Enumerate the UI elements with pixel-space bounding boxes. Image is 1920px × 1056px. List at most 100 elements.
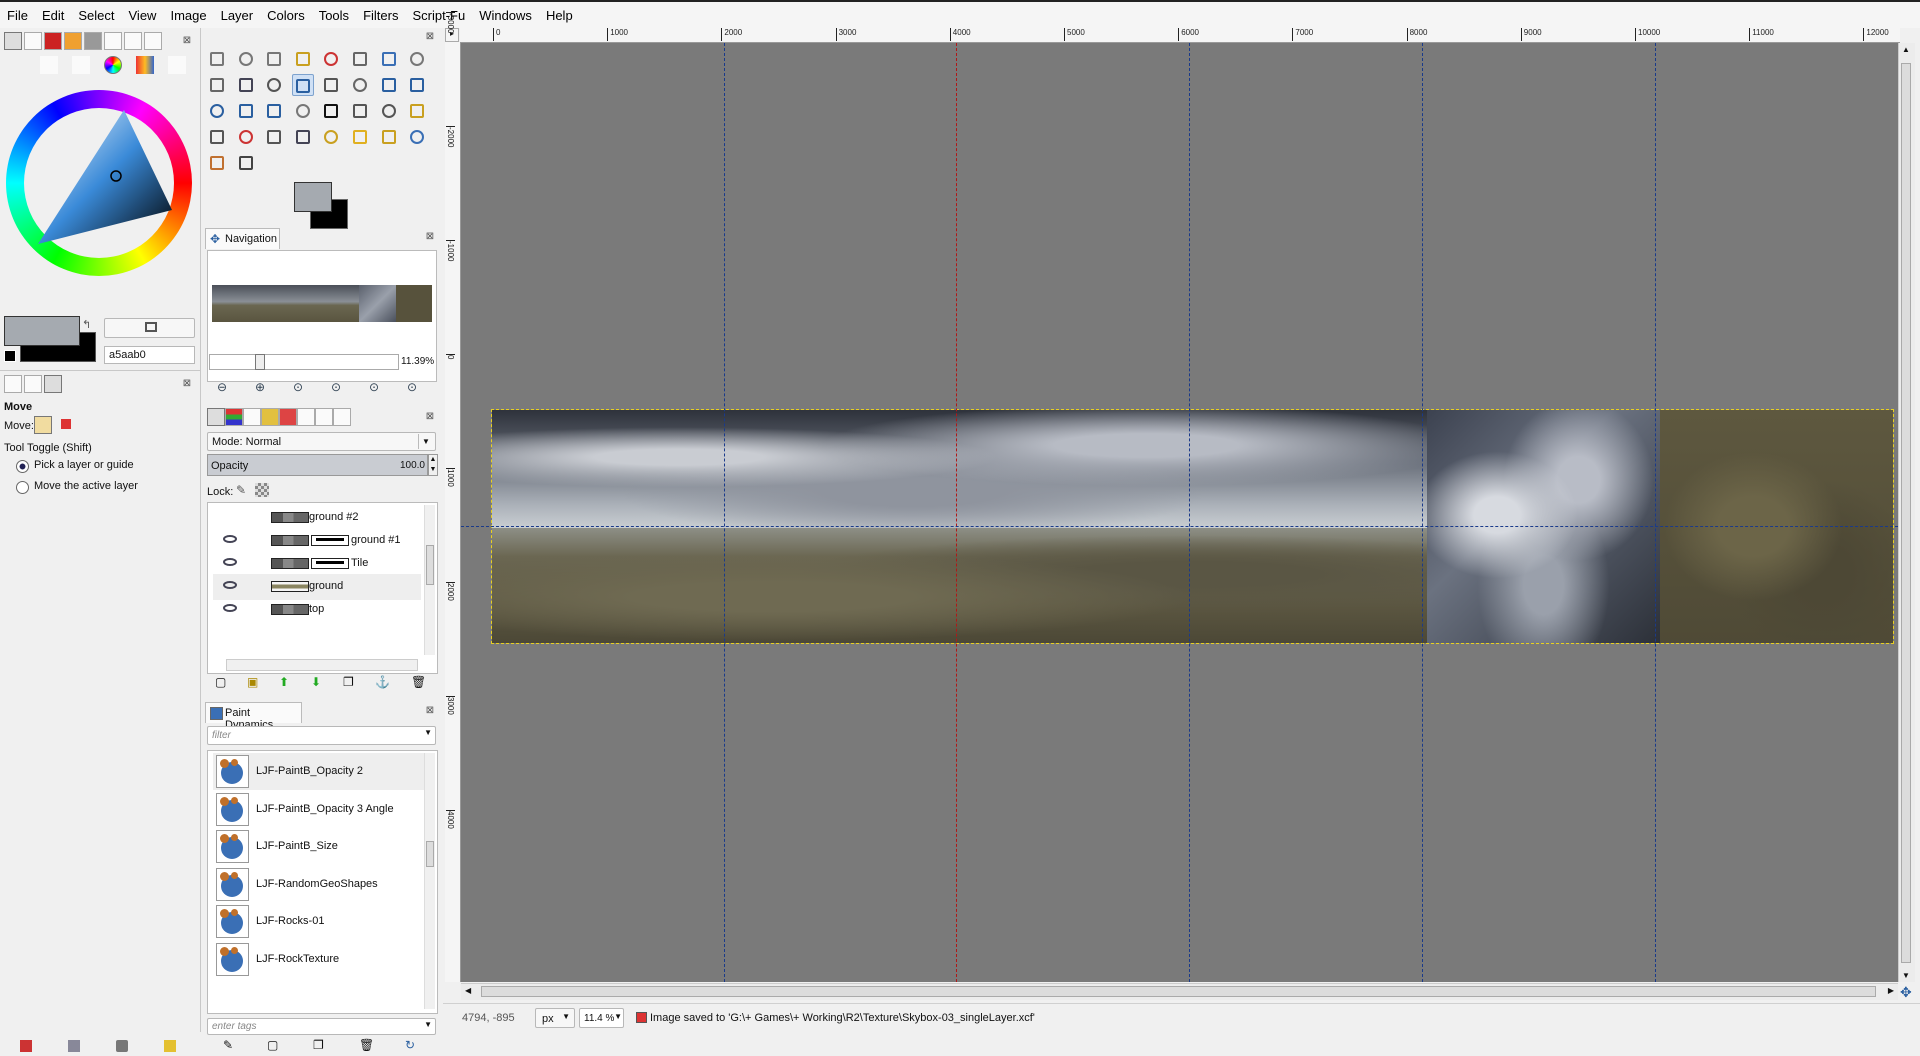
scissors-tool-icon[interactable] — [349, 48, 371, 70]
pick-layer-radio[interactable] — [16, 460, 29, 473]
dock-close-icon[interactable]: ⊠ — [182, 36, 192, 46]
delete-dynamics-icon[interactable]: 🗑 — [359, 1038, 374, 1052]
delete-layer-icon[interactable]: 🗑 — [411, 675, 426, 689]
lower-layer-icon[interactable]: ⬇ — [311, 675, 321, 689]
guide-vertical[interactable] — [724, 43, 725, 982]
dynamics-vscrollbar[interactable] — [424, 753, 435, 1009]
menu-view[interactable]: View — [122, 2, 164, 23]
zoom-100-icon[interactable]: ⊙ — [293, 380, 303, 394]
tab-paint-dynamics[interactable]: Paint Dynamics — [205, 702, 302, 731]
scroll-left-icon[interactable]: ◀ — [465, 986, 471, 995]
cage-tool-icon[interactable] — [292, 100, 314, 122]
anchor-layer-icon[interactable]: ⚓ — [375, 675, 390, 689]
visibility-eye-icon[interactable] — [223, 535, 237, 543]
dynamics-list-item[interactable]: LJF-Rocks-01 — [213, 903, 425, 940]
opacity-spinner[interactable]: ▲ ▼ — [428, 454, 438, 476]
shear-tool-icon[interactable] — [206, 100, 228, 122]
dynamics-list-item[interactable]: LJF-RockTexture — [213, 941, 425, 978]
menu-colors[interactable]: Colors — [260, 2, 312, 23]
zoom-fit-icon[interactable]: ⊙ — [331, 380, 341, 394]
crop-tool-icon[interactable] — [349, 74, 371, 96]
duplicate-dynamics-icon[interactable]: ❐ — [313, 1038, 324, 1052]
refresh-dynamics-icon[interactable]: ↻ — [405, 1038, 415, 1052]
save-options-icon[interactable] — [20, 1040, 32, 1052]
color-scales-tab[interactable] — [136, 56, 154, 74]
navigation-zoom-slider[interactable] — [209, 354, 399, 370]
undo-history-tab[interactable] — [333, 408, 351, 426]
scroll-up-icon[interactable]: ▲ — [1902, 45, 1910, 54]
move-selection-mode-icon[interactable] — [58, 416, 76, 434]
rect-select-tool-icon[interactable] — [206, 48, 228, 70]
vertical-ruler[interactable]: -3000 -2000 -1000 0 1000 2000 3000 4000 — [445, 12, 461, 982]
reset-options-icon[interactable] — [164, 1040, 176, 1052]
pattern-tab[interactable] — [84, 32, 102, 50]
pencil-tool-icon[interactable] — [406, 100, 428, 122]
blur-tool-icon[interactable] — [406, 126, 428, 148]
tool-options-close-icon[interactable]: ⊠ — [182, 379, 192, 389]
palette-tab[interactable] — [44, 32, 62, 50]
visibility-eye-icon[interactable] — [223, 604, 237, 612]
color-wheel-tab[interactable] — [104, 56, 122, 74]
colormap-tab[interactable] — [261, 408, 279, 426]
paintbrush-tool-icon[interactable] — [206, 126, 228, 148]
menu-help[interactable]: Help — [539, 2, 580, 23]
perspective-tool-icon[interactable] — [235, 100, 257, 122]
zoom-dropdown[interactable]: 11.4 % ▼ — [579, 1008, 624, 1028]
guide-vertical[interactable] — [1422, 43, 1423, 982]
pointer-tab[interactable] — [315, 408, 333, 426]
guide-vertical[interactable] — [1189, 43, 1190, 982]
visibility-eye-icon[interactable] — [223, 581, 237, 589]
duplicate-layer-icon[interactable]: ❐ — [343, 675, 354, 689]
device-status-tab[interactable] — [24, 32, 42, 50]
layer-mask-thumbnail[interactable] — [311, 558, 349, 569]
undo-tab[interactable] — [44, 375, 62, 393]
perspective-clone-tool-icon[interactable] — [378, 126, 400, 148]
dynamics-list-item[interactable]: LJF-PaintB_Opacity 3 Angle — [213, 791, 425, 828]
text-tool-icon[interactable] — [320, 100, 342, 122]
eraser-tool-icon[interactable] — [235, 126, 257, 148]
color-picker-button[interactable] — [104, 318, 195, 338]
dynamics-tab[interactable] — [144, 32, 162, 50]
align-tool-icon[interactable] — [320, 74, 342, 96]
horizontal-ruler[interactable]: 0 1000 2000 3000 4000 5000 6000 7000 8000 9000 100… — [460, 28, 1900, 43]
layer-mask-thumbnail[interactable] — [311, 535, 349, 546]
default-colors-icon[interactable] — [4, 350, 16, 362]
layers-vscrollbar[interactable] — [424, 505, 435, 655]
fg-bg-colors-tab[interactable] — [4, 32, 22, 50]
layer-mode-dropdown[interactable]: Mode: Normal ▼ — [207, 432, 436, 451]
free-select-tool-icon[interactable] — [263, 48, 285, 70]
ellipse-select-tool-icon[interactable] — [235, 48, 257, 70]
gimp-icon[interactable] — [6, 56, 24, 74]
printer-icon[interactable] — [40, 56, 58, 74]
measure-tool-icon[interactable] — [263, 74, 285, 96]
palette-icon[interactable] — [168, 56, 186, 74]
foreground-select-tool-icon[interactable] — [378, 48, 400, 70]
new-dynamics-icon[interactable]: ▢ — [267, 1038, 278, 1052]
tool-options-tab[interactable] — [4, 375, 22, 393]
toolbox-fg-swatch[interactable] — [294, 182, 332, 212]
watercolor-icon[interactable] — [72, 56, 90, 74]
tab-navigation[interactable]: ✥ Navigation — [205, 228, 280, 249]
paths-tool-icon[interactable] — [406, 48, 428, 70]
dynamics-list-item[interactable]: LJF-RandomGeoShapes — [213, 866, 425, 903]
lock-pixels-icon[interactable]: ✎ — [236, 483, 246, 497]
scroll-down-icon[interactable]: ▼ — [1902, 971, 1910, 980]
menu-edit[interactable]: Edit — [35, 2, 71, 23]
new-layer-group-icon[interactable]: ▣ — [247, 675, 258, 689]
zoom-in-icon[interactable]: ⊕ — [255, 380, 265, 394]
canvas-vscrollbar[interactable]: ▲ ▼ — [1898, 43, 1915, 982]
layers-hscrollbar[interactable] — [226, 659, 418, 671]
device-tab[interactable] — [24, 375, 42, 393]
scale-tool-icon[interactable] — [406, 74, 428, 96]
guide-vertical[interactable] — [1655, 43, 1656, 982]
ink-tool-icon[interactable] — [292, 126, 314, 148]
paint-dynamics-close-icon[interactable]: ⊠ — [425, 706, 435, 716]
toolbox-close-icon[interactable]: ⊠ — [425, 32, 435, 42]
heal-tool-icon[interactable] — [349, 126, 371, 148]
zoom-out-icon[interactable]: ⊖ — [217, 380, 227, 394]
move-layer-mode-icon[interactable] — [34, 416, 52, 434]
canvas-hscrollbar[interactable]: ◀ ▶ — [461, 983, 1898, 1000]
font-tab[interactable] — [124, 32, 142, 50]
navigation-close-icon[interactable]: ⊠ — [425, 232, 435, 242]
histogram-tab[interactable] — [279, 408, 297, 426]
